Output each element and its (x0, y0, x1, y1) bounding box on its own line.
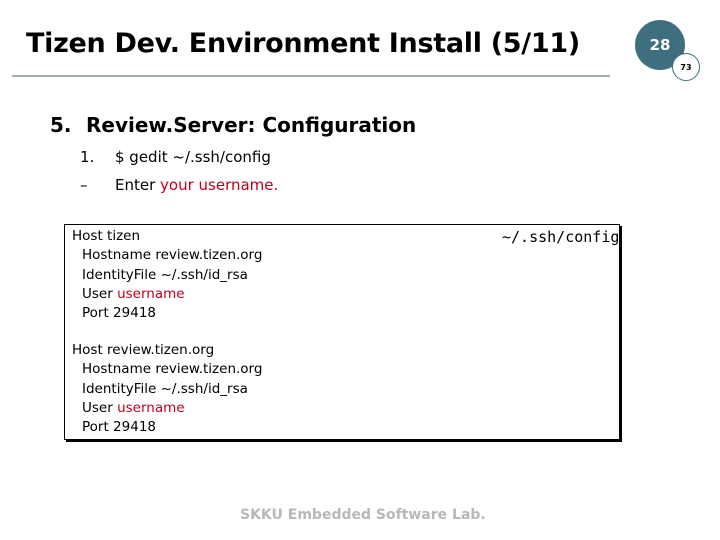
user-prefix: User (82, 399, 118, 416)
hostname-line: Hostname review.tizen.org (82, 361, 263, 378)
host-block: Host tizen Hostname review.tizen.org Ide… (72, 227, 262, 323)
user-prefix: User (82, 285, 118, 302)
user-value: username (117, 399, 185, 416)
host-line: Host tizen (72, 228, 141, 244)
host-line: Host review.tizen.org (72, 342, 215, 358)
sub-page-number-badge: 73 (672, 53, 700, 81)
footer-text: SKKU Embedded Software Lab. (240, 507, 486, 523)
page-number: 28 (649, 36, 671, 54)
user-value: username (117, 285, 185, 302)
step-highlight: your username. (160, 176, 279, 194)
title-divider (12, 75, 610, 77)
identity-line: IdentityFile ~/.ssh/id_rsa (82, 266, 248, 283)
section-title: Review.Server: Configuration (86, 113, 417, 137)
step-item: – Enter your username. (80, 176, 278, 194)
slide-title: Tizen Dev. Environment Install (5/11) (26, 28, 580, 59)
user-line: User username (72, 285, 262, 304)
hostname-line: Hostname review.tizen.org (82, 247, 263, 264)
step-marker: 1. (80, 148, 95, 166)
port-line: Port 29418 (82, 419, 156, 436)
section-number: 5. (50, 113, 72, 137)
sub-page-number: 73 (680, 62, 692, 72)
step-marker: – (80, 176, 88, 194)
user-line: User username (72, 399, 262, 418)
step-text: $ gedit ~/.ssh/config (115, 148, 271, 166)
step-text: Enter (115, 176, 161, 194)
config-file-label: ~/.ssh/config (502, 228, 620, 246)
port-line: Port 29418 (82, 305, 156, 322)
step-item: 1. $ gedit ~/.ssh/config (80, 148, 271, 166)
identity-line: IdentityFile ~/.ssh/id_rsa (82, 380, 248, 397)
host-block: Host review.tizen.org Hostname review.ti… (72, 341, 262, 437)
section-heading: 5. Review.Server: Configuration (50, 113, 416, 137)
